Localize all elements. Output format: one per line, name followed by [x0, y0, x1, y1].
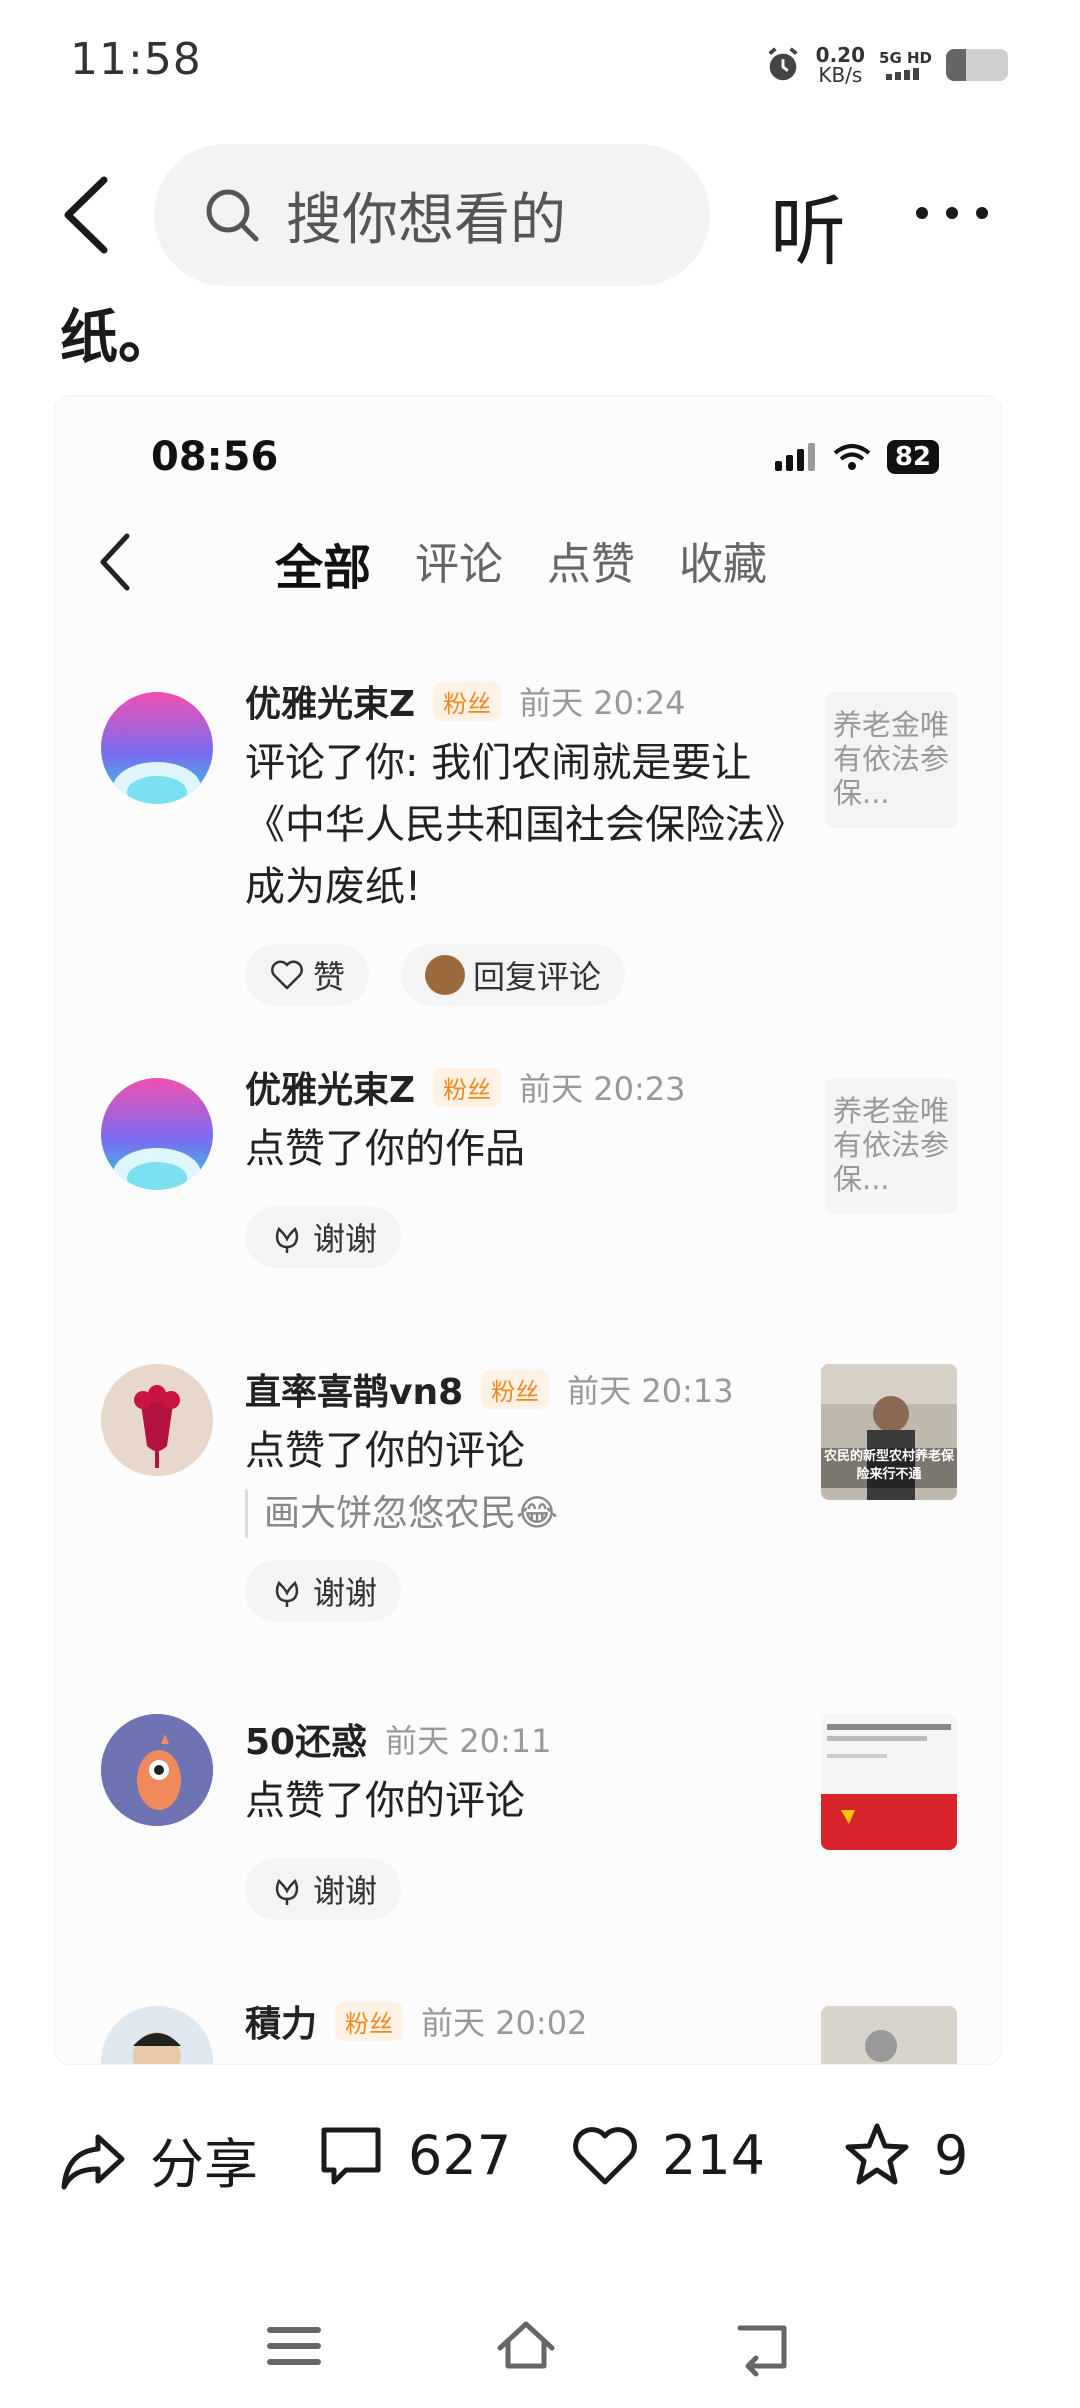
- timestamp: 前天 20:13: [567, 1372, 734, 1410]
- article-thumbnail[interactable]: [821, 1714, 957, 1850]
- thanks-label: 谢谢: [313, 1220, 378, 1258]
- comment-button[interactable]: 627: [316, 2120, 511, 2190]
- notification-item[interactable]: 优雅光束Z 粉丝 前天 20:23 点赞了你的作品 谢谢 养老金唯有依法参保..…: [55, 1067, 1001, 1292]
- reply-label: 回复评论: [473, 958, 602, 996]
- user-name[interactable]: 直率喜鹊vn8: [245, 1363, 463, 1415]
- thanks-label: 谢谢: [313, 1872, 378, 1910]
- notification-item[interactable]: 直率喜鹊vn8 粉丝 前天 20:13 点赞了你的评论 画大饼忽悠农民😂 谢谢: [55, 1363, 1001, 1664]
- signal-icon: 5G HD: [879, 48, 932, 80]
- avatar[interactable]: [101, 1078, 213, 1190]
- favorite-count: 9: [934, 2123, 969, 2187]
- user-name[interactable]: 50还惑: [245, 1713, 367, 1765]
- share-icon: [61, 2134, 125, 2189]
- comment-icon: [321, 2127, 381, 2185]
- my-avatar: [425, 955, 466, 995]
- like-label: 赞: [313, 958, 346, 996]
- menu-icon[interactable]: [262, 2314, 326, 2378]
- tab-all[interactable]: 全部: [275, 528, 371, 598]
- shot-status-time: 08:56: [151, 434, 279, 480]
- fan-badge: 粉丝: [433, 1067, 502, 1107]
- embedded-screenshot[interactable]: 08:56 82 全部 评论 点赞 收藏 优雅光束Z 粉丝 前天 20:24 评…: [54, 395, 1002, 2065]
- shot-signal-icon: [774, 443, 815, 471]
- flower-icon: [275, 1580, 299, 1607]
- notification-item[interactable]: 積力 粉丝 前天 20:02: [55, 2001, 1001, 2064]
- thumb-caption: 农民的新型农村养老保险来行不通: [823, 1449, 954, 1482]
- like-count: 214: [662, 2123, 766, 2187]
- notification-item[interactable]: 优雅光束Z 粉丝 前天 20:24 评论了你: 我们农闹就是要让《中华人民共和国…: [55, 675, 1001, 1006]
- shot-status-icons: 82: [774, 440, 939, 474]
- top-bar: 搜你想看的 听: [0, 140, 1080, 290]
- home-icon[interactable]: [494, 2314, 558, 2378]
- timestamp: 前天 20:23: [519, 1070, 686, 1108]
- reply-comment-button[interactable]: 回复评论: [401, 944, 626, 1006]
- article-text-tail: 纸。: [60, 303, 177, 371]
- flower-icon: [275, 1878, 299, 1905]
- notification-text: 点赞了你的评论: [245, 1428, 525, 1474]
- avatar[interactable]: [101, 1364, 213, 1476]
- work-thumbnail[interactable]: 养老金唯有依法参保...: [825, 1078, 957, 1214]
- thanks-button[interactable]: 谢谢: [245, 1206, 402, 1268]
- back-nav-icon[interactable]: [730, 2314, 794, 2378]
- listen-button[interactable]: 听: [770, 170, 846, 280]
- laughing-emoji-icon: 😂: [516, 1493, 559, 1534]
- tab-favorites[interactable]: 收藏: [679, 528, 767, 598]
- search-bar[interactable]: 搜你想看的: [154, 144, 710, 286]
- battery-icon: [946, 49, 1008, 81]
- share-button[interactable]: 分享: [58, 2120, 258, 2199]
- status-icons: 0.20 KB/s 5G HD: [764, 40, 1008, 90]
- net-speed-value: 0.20: [815, 43, 866, 67]
- more-icon[interactable]: [912, 198, 992, 228]
- video-thumbnail[interactable]: 农民的新型农村养老保险来行不通: [821, 1364, 957, 1500]
- shot-battery: 82: [886, 440, 939, 474]
- video-thumbnail[interactable]: [821, 2006, 957, 2064]
- search-placeholder: 搜你想看的: [286, 187, 566, 253]
- thanks-button[interactable]: 谢谢: [245, 1560, 402, 1622]
- system-nav-bar: [0, 2290, 1080, 2408]
- shot-back-icon[interactable]: [97, 530, 133, 594]
- like-button[interactable]: 214: [570, 2120, 765, 2190]
- star-icon: [845, 2123, 909, 2185]
- fan-badge: 粉丝: [433, 681, 502, 721]
- avatar[interactable]: [101, 692, 213, 804]
- quoted-comment-text: 画大饼忽悠农民: [264, 1493, 517, 1534]
- heart-icon: [271, 960, 303, 990]
- flower-icon: [275, 1226, 299, 1253]
- user-name[interactable]: 積力: [245, 1995, 317, 2047]
- comment-count: 627: [408, 2123, 512, 2187]
- share-label: 分享: [150, 2133, 258, 2196]
- notification-text: 点赞了你的作品: [245, 1126, 525, 1172]
- thanks-label: 谢谢: [313, 1574, 378, 1612]
- net-speed-unit: KB/s: [818, 63, 863, 87]
- status-time: 11:58: [70, 34, 202, 85]
- fan-badge: 粉丝: [481, 1369, 550, 1409]
- back-icon[interactable]: [56, 170, 116, 260]
- tab-comments[interactable]: 评论: [415, 528, 503, 598]
- avatar[interactable]: [101, 2006, 213, 2064]
- net-speed: 0.20 KB/s: [816, 45, 865, 85]
- fan-badge: 粉丝: [335, 2001, 404, 2041]
- status-bar: 11:58 0.20 KB/s 5G HD: [0, 0, 1080, 120]
- timestamp: 前天 20:11: [385, 1722, 552, 1760]
- favorite-button[interactable]: 9: [842, 2120, 968, 2190]
- notification-text: 评论了你: 我们农闹就是要让《中华人民共和国社会保险法》成为废纸!: [245, 740, 805, 910]
- user-name[interactable]: 优雅光束Z: [245, 1061, 415, 1113]
- shot-wifi-icon: [833, 444, 871, 470]
- avatar[interactable]: [101, 1714, 213, 1826]
- bottom-action-bar: 分享 627 214 9: [0, 2080, 1080, 2230]
- heart-icon: [573, 2127, 637, 2185]
- notification-item[interactable]: 50还惑 前天 20:11 点赞了你的评论 谢谢: [55, 1713, 1001, 1934]
- notification-text: 点赞了你的评论: [245, 1778, 525, 1824]
- thanks-button[interactable]: 谢谢: [245, 1858, 402, 1920]
- user-name[interactable]: 优雅光束Z: [245, 675, 415, 727]
- search-icon: [206, 189, 259, 242]
- timestamp: 前天 20:24: [519, 684, 686, 722]
- work-thumbnail[interactable]: 养老金唯有依法参保...: [825, 692, 957, 828]
- signal-labels: 5G HD: [879, 48, 932, 67]
- tab-likes[interactable]: 点赞: [547, 528, 635, 598]
- timestamp: 前天 20:02: [421, 2004, 588, 2042]
- like-button[interactable]: 赞: [245, 944, 370, 1006]
- shot-tabs: 全部 评论 点赞 收藏: [275, 528, 767, 598]
- alarm-icon: [768, 47, 798, 81]
- quoted-comment: 画大饼忽悠农民😂: [245, 1490, 805, 1538]
